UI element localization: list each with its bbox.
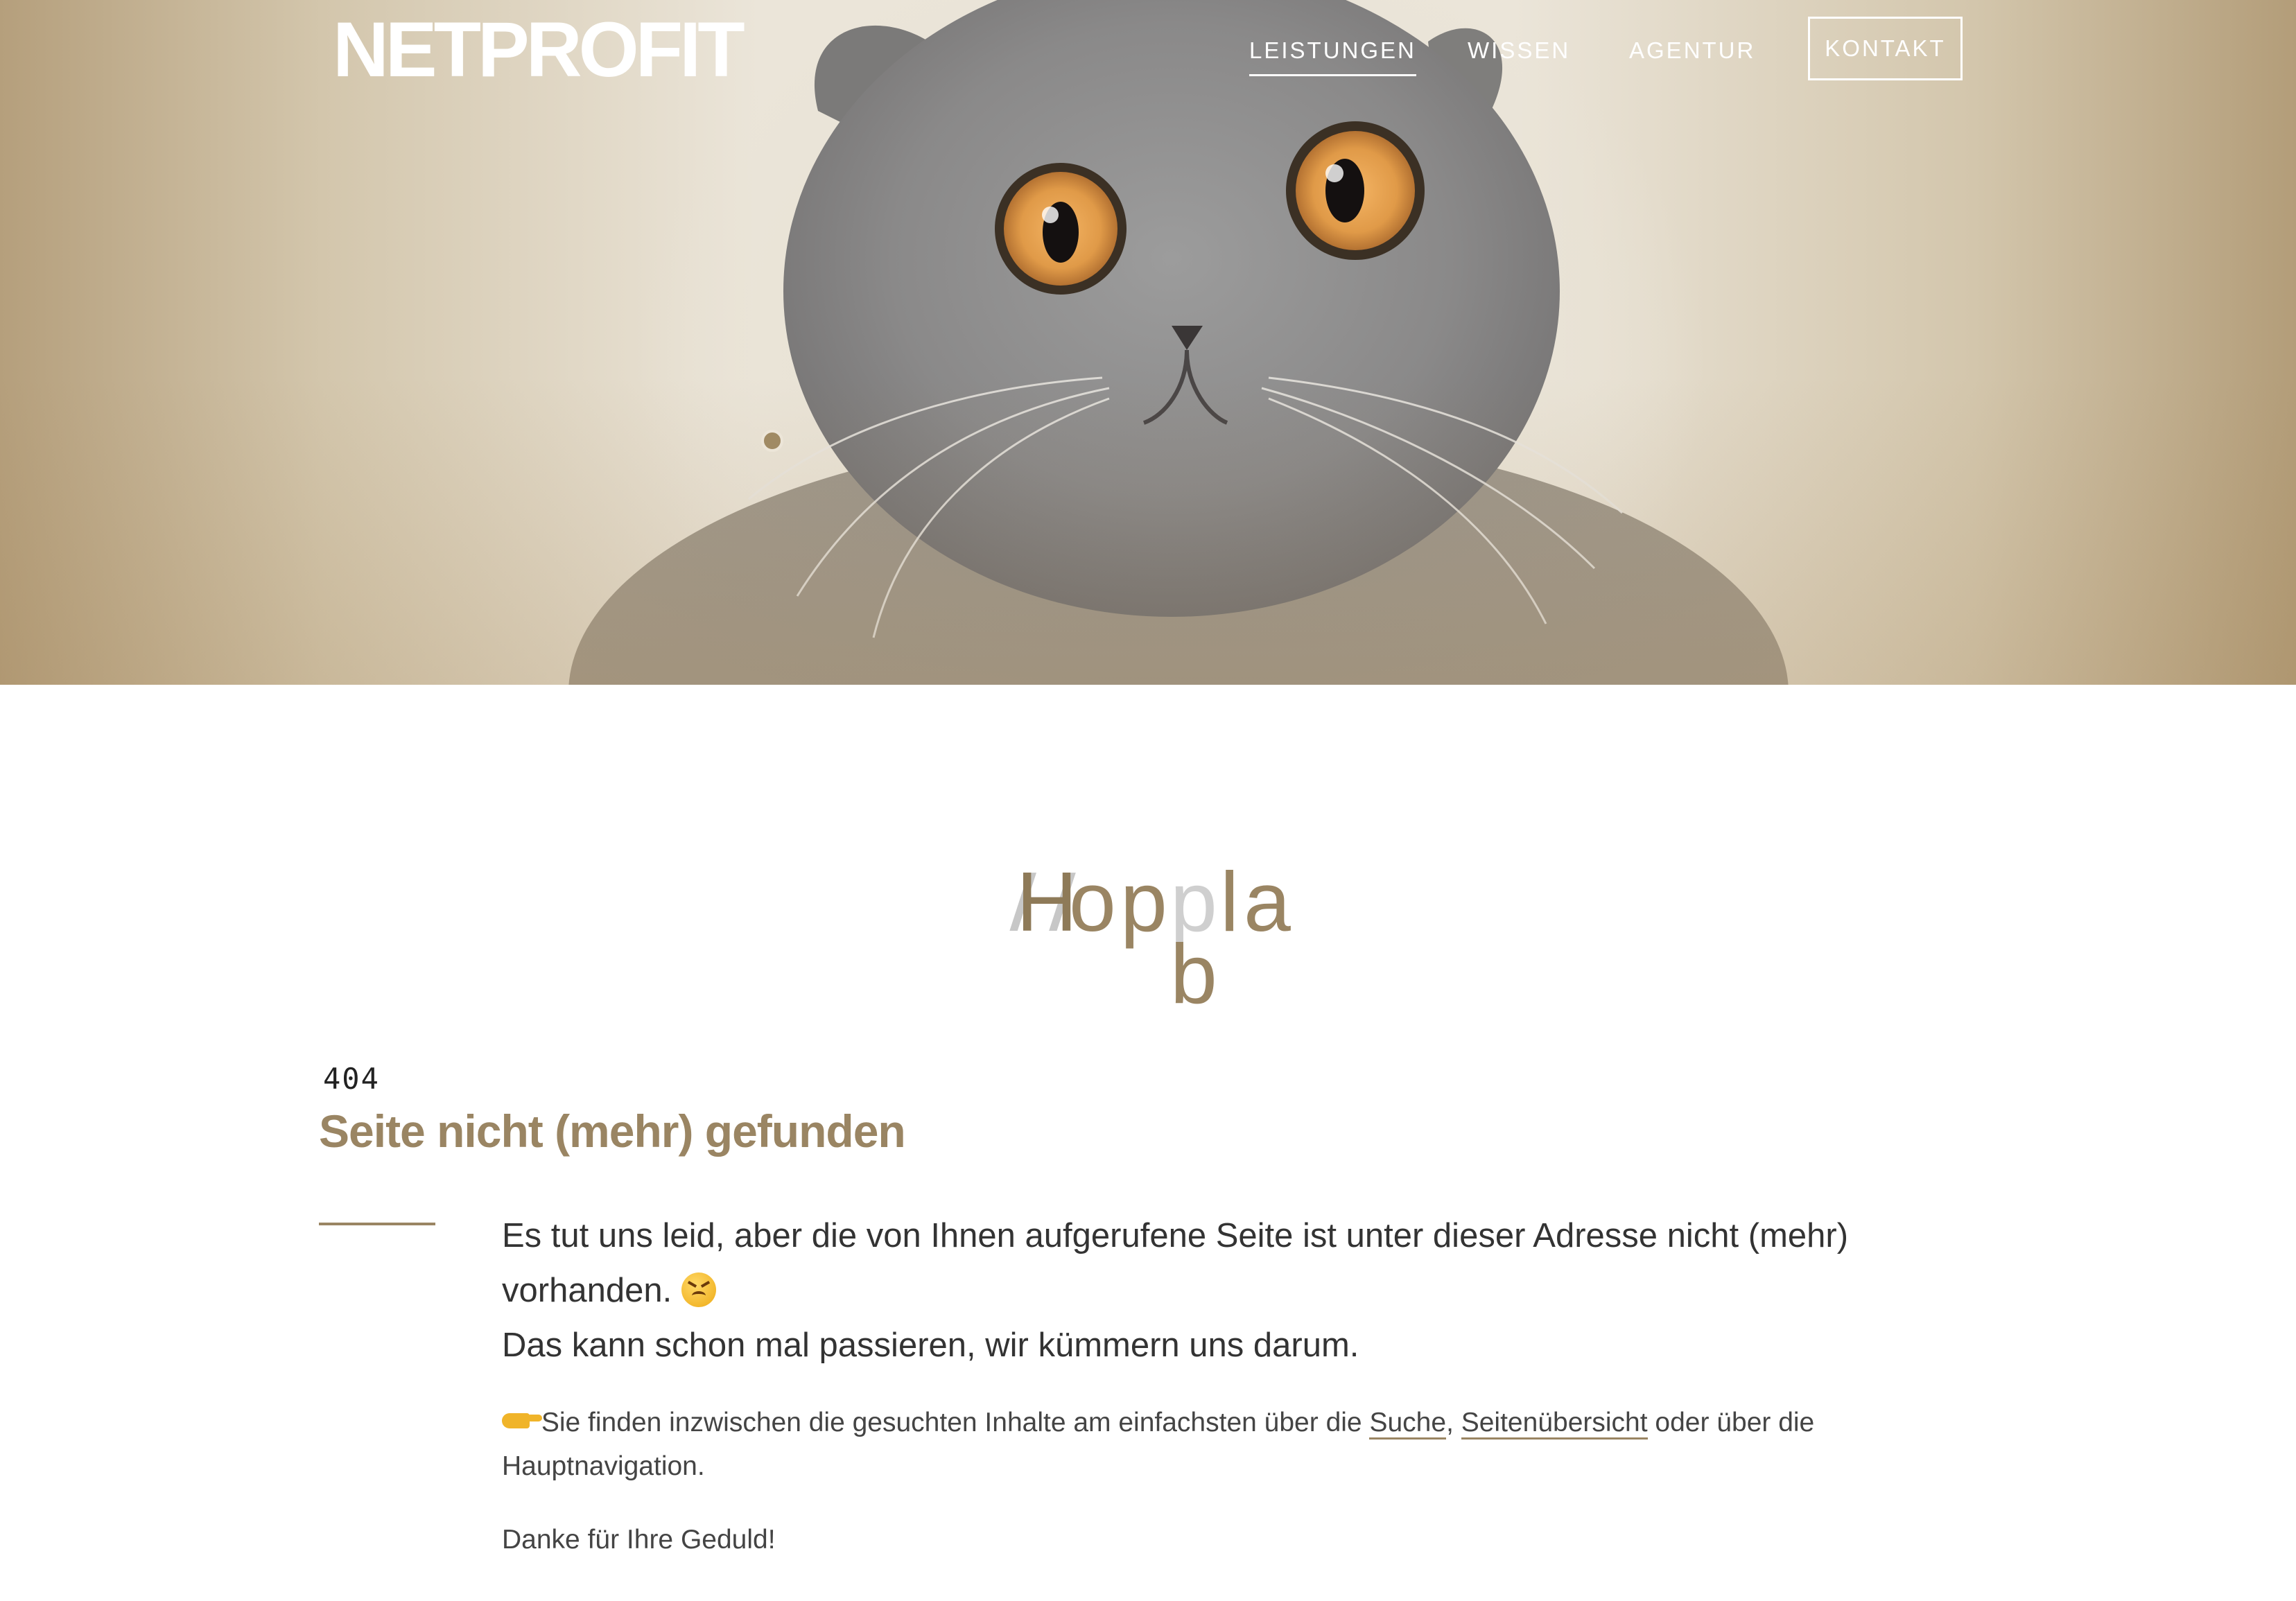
hero-section: NETPROFIT LEISTUNGEN WISSEN AGENTUR KONT… — [0, 0, 2296, 685]
cat-eye-shine-left — [1042, 207, 1059, 223]
contact-button[interactable]: KONTAKT — [1808, 17, 1963, 80]
image-hotspot-dot[interactable] — [761, 430, 783, 452]
hoppla-letter: H — [1016, 855, 1078, 949]
error-code: 404 — [323, 1062, 380, 1096]
nav-item-agentur[interactable]: AGENTUR — [1629, 39, 1755, 62]
hoppla-letter: o — [1069, 855, 1116, 949]
hoppla-letter: a — [1244, 855, 1291, 949]
hoppla-letter: l — [1220, 855, 1240, 949]
hoppla-letter: b — [1170, 927, 1217, 1021]
pointing-hand-icon — [502, 1413, 542, 1428]
thanks-text: Danke für Ihre Geduld! — [502, 1525, 776, 1555]
accent-divider — [319, 1223, 435, 1225]
cat-hero-image — [568, 0, 1789, 685]
main-navigation: LEISTUNGEN WISSEN AGENTUR KONTAKT — [0, 17, 2296, 82]
sitemap-link[interactable]: Seitenübersicht — [1461, 1408, 1648, 1440]
cat-eye-shine-right — [1325, 164, 1343, 182]
nav-item-wissen[interactable]: WISSEN — [1468, 39, 1570, 62]
error-lead-text: Es tut uns leid, aber die von Ihnen aufg… — [502, 1209, 1944, 1373]
lead-line-2: Das kann schon mal passieren, wir kümmer… — [502, 1327, 1359, 1364]
hoppla-letter: p — [1120, 855, 1167, 949]
nav-item-leistungen[interactable]: LEISTUNGEN — [1249, 39, 1416, 76]
page-title: Seite nicht (mehr) gefunden — [319, 1105, 906, 1157]
hint-text: Sie finden inzwischen die gesuchten Inha… — [502, 1408, 1815, 1481]
search-link[interactable]: Suche — [1369, 1408, 1447, 1440]
hoppla-animated-heading: H H o p p l a b — [997, 855, 1303, 1016]
persevering-face-icon — [681, 1272, 716, 1307]
hint-prefix: Sie finden inzwischen die gesuchten Inha… — [541, 1408, 1362, 1437]
